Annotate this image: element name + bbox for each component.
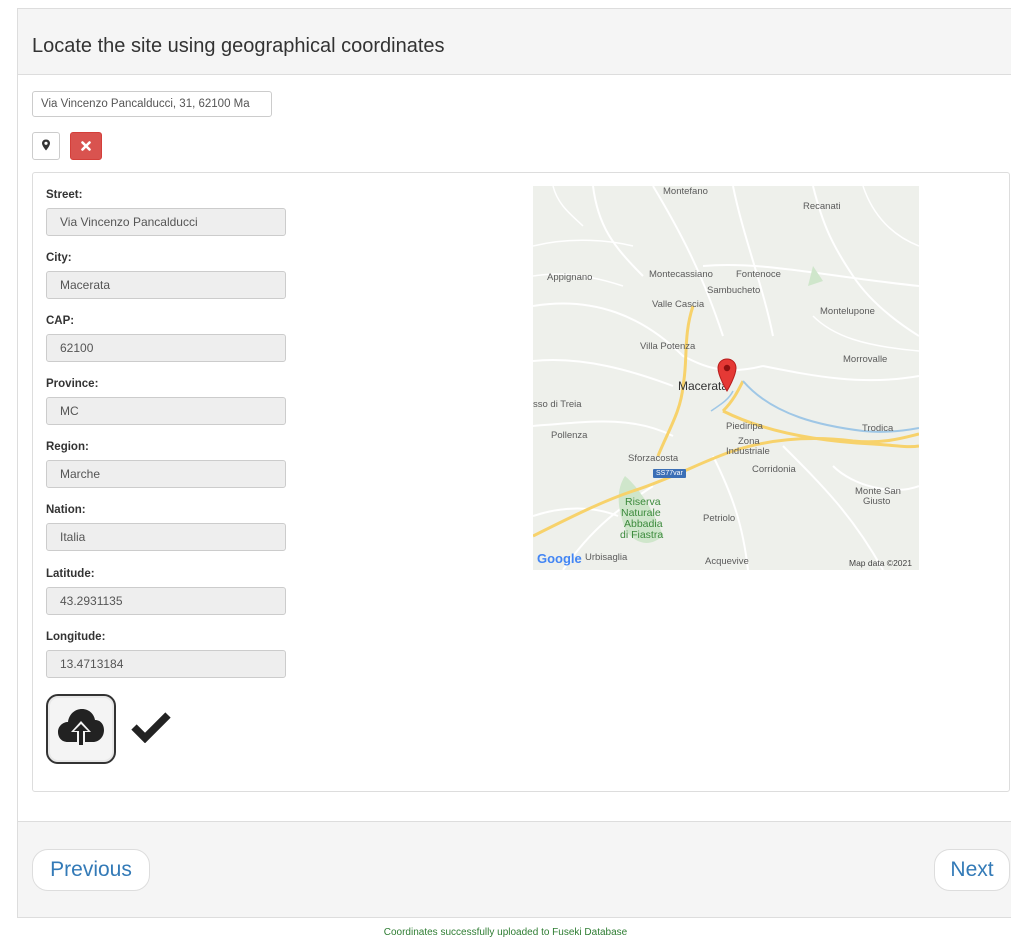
locate-panel: Locate the site using geographical coord… [17,8,1011,918]
region-field[interactable] [46,460,286,488]
page-title: Locate the site using geographical coord… [32,35,445,57]
next-button[interactable]: Next [934,849,1010,891]
map-label: Petriolo [703,513,736,524]
street-field[interactable] [46,208,286,236]
city-label: City: [46,252,72,264]
nation-label: Nation: [46,504,86,516]
map-label: Giusto [863,496,891,507]
longitude-label: Longitude: [46,631,106,643]
details-panel: Street: City: CAP: Province: Region: Nat… [32,172,1010,792]
cloud-upload-icon [56,706,106,753]
province-field[interactable] [46,397,286,425]
check-icon [131,711,171,748]
map-label: Acquevive [705,556,749,567]
times-icon [81,139,91,154]
map-pin-icon [717,358,737,397]
latitude-field[interactable] [46,587,286,615]
road-badge: SS77var [653,469,686,478]
status-message: Coordinates successfully uploaded to Fus… [383,927,628,938]
previous-button[interactable]: Previous [32,849,150,891]
wizard-footer: Previous Next [18,821,1011,917]
google-logo: Google [537,551,582,566]
upload-button[interactable] [46,694,116,764]
cap-field[interactable] [46,334,286,362]
location-map[interactable]: Montefano Recanati Appignano Montecassia… [533,186,919,570]
map-label: sso di Treia [533,399,582,410]
cap-label: CAP: [46,315,75,327]
google-logo-text: Google [537,551,582,566]
panel-heading: Locate the site using geographical coord… [18,9,1011,75]
map-label: Recanati [803,201,841,212]
map-label: Villa Potenza [640,341,696,352]
map-label: Sambucheto [707,285,761,296]
street-label: Street: [46,189,83,201]
map-park-label: di Fiastra [620,529,664,541]
map-label: Sforzacosta [628,453,679,464]
map-label: Fontenoce [736,269,781,280]
nation-field[interactable] [46,523,286,551]
region-label: Region: [46,441,89,453]
map-label: Industriale [726,446,770,457]
city-field[interactable] [46,271,286,299]
latitude-label: Latitude: [46,568,95,580]
map-label: Urbisaglia [585,552,628,563]
address-search-input[interactable] [32,91,272,117]
longitude-field[interactable] [46,650,286,678]
map-label: Piediripa [726,421,763,432]
map-label: Montecassiano [649,269,713,280]
map-label: Corridonia [752,464,796,475]
map-label: Montefano [663,186,708,197]
map-label: Trodica [862,423,894,434]
map-label: Valle Cascia [652,299,705,310]
map-label: Morrovalle [843,354,888,365]
locate-button[interactable] [32,132,60,160]
map-label: Pollenza [551,430,588,441]
province-label: Province: [46,378,99,390]
clear-button[interactable] [70,132,102,160]
map-label: Montelupone [820,306,875,317]
map-label: Appignano [547,272,593,283]
map-attribution: Map data ©2021 [849,558,912,568]
map-marker-icon [41,139,51,154]
